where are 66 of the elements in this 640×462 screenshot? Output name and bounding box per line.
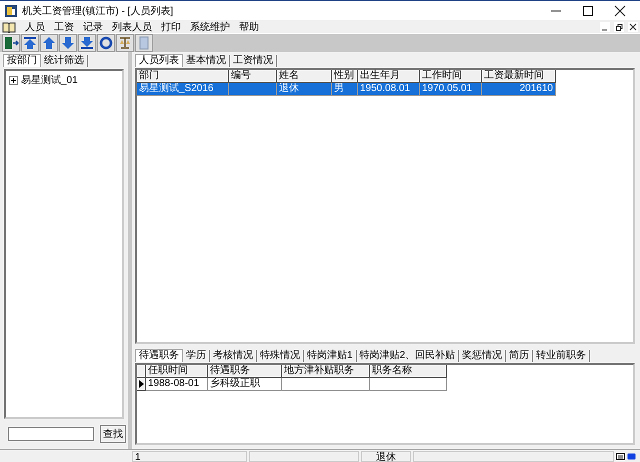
column-header[interactable]: 工作时间 (420, 70, 482, 83)
column-header[interactable]: 出生年月 (358, 70, 420, 83)
column-header[interactable]: 编号 (229, 70, 277, 83)
last-record-icon[interactable] (78, 34, 96, 52)
tab[interactable]: 特岗津贴2、回民补贴 (356, 350, 460, 362)
expand-icon[interactable] (9, 76, 18, 84)
up-arrow-icon[interactable] (40, 34, 58, 52)
exit-door-icon[interactable] (2, 34, 20, 52)
column-header[interactable]: 任职时间 (146, 365, 208, 378)
column-header[interactable]: 职务名称 (370, 365, 447, 378)
column-header[interactable]: 待遇职务 (208, 365, 282, 378)
close-icon[interactable] (614, 4, 626, 16)
tab[interactable]: 工资情况 (230, 55, 277, 67)
tab[interactable]: 基本情况 (183, 55, 230, 67)
column-header[interactable]: 地方津补贴职务 (282, 365, 370, 378)
tab[interactable]: 考核情况 (210, 350, 257, 362)
tab[interactable]: 待遇职务 (135, 349, 183, 362)
document-icon (135, 34, 153, 52)
table-row[interactable]: 易星测试_S2016 退休 男 1950.08.01 1970.05.01 201610 (137, 83, 633, 96)
mdi-close-icon[interactable] (628, 22, 638, 32)
mdi-restore-icon[interactable] (614, 22, 624, 32)
menu-item[interactable]: 人员 (25, 20, 45, 34)
table-cell (229, 83, 277, 96)
search-button[interactable]: 查找 (100, 425, 126, 443)
table-cell: 201610 (482, 83, 556, 96)
maximize-icon[interactable] (582, 4, 594, 16)
status-cell: 退休 (361, 450, 411, 462)
search-field[interactable] (8, 427, 94, 441)
tree-item[interactable]: 易星测试_01 (21, 73, 78, 87)
tab[interactable]: 学历 (183, 350, 210, 362)
book-icon (2, 20, 16, 32)
table-cell: 男 (332, 83, 358, 96)
menu-item[interactable]: 记录 (83, 20, 103, 34)
tab[interactable]: 特殊情况 (257, 350, 304, 362)
window-title: 机关工资管理(镇江市) - [人员列表] (22, 4, 174, 18)
tab[interactable]: 统计筛选 (41, 55, 88, 67)
table-cell: 乡科级正职 (208, 378, 282, 391)
column-header[interactable]: 部门 (137, 70, 229, 83)
menu-item[interactable]: 列表人员 (112, 20, 152, 34)
column-header[interactable]: 性别 (332, 70, 358, 83)
lamp-icon[interactable] (116, 34, 134, 52)
tab[interactable]: 简历 (506, 350, 534, 362)
app-icon (4, 4, 18, 18)
menu-item[interactable]: 打印 (161, 20, 181, 34)
down-arrow-icon[interactable] (59, 34, 77, 52)
first-record-icon[interactable] (21, 34, 39, 52)
tab[interactable]: 人员列表 (135, 54, 183, 67)
table-cell: 1950.08.01 (358, 83, 420, 96)
refresh-icon[interactable] (97, 34, 115, 52)
tab[interactable]: 转业前职务 (533, 350, 590, 362)
menu-item[interactable]: 工资 (54, 20, 74, 34)
menu-item[interactable]: 系统维护 (190, 20, 230, 34)
column-header[interactable]: 姓名 (277, 70, 332, 83)
tab[interactable]: 特岗津贴1 (304, 350, 357, 362)
indicator-icon (627, 452, 636, 460)
table-cell: 1970.05.01 (420, 83, 482, 96)
tab[interactable]: 奖惩情况 (459, 350, 506, 362)
table-cell: 易星测试_S2016 (137, 83, 229, 96)
menu-item[interactable]: 帮助 (239, 20, 259, 34)
keyboard-icon (616, 452, 625, 460)
status-cell: 1 (132, 450, 247, 462)
mdi-minimize-icon[interactable] (600, 22, 610, 32)
table-cell: 1988-08-01 (146, 378, 208, 391)
tab[interactable]: 按部门 (3, 54, 41, 67)
column-header[interactable]: 工资最新时间 (482, 70, 556, 83)
table-cell: 退休 (277, 83, 332, 96)
